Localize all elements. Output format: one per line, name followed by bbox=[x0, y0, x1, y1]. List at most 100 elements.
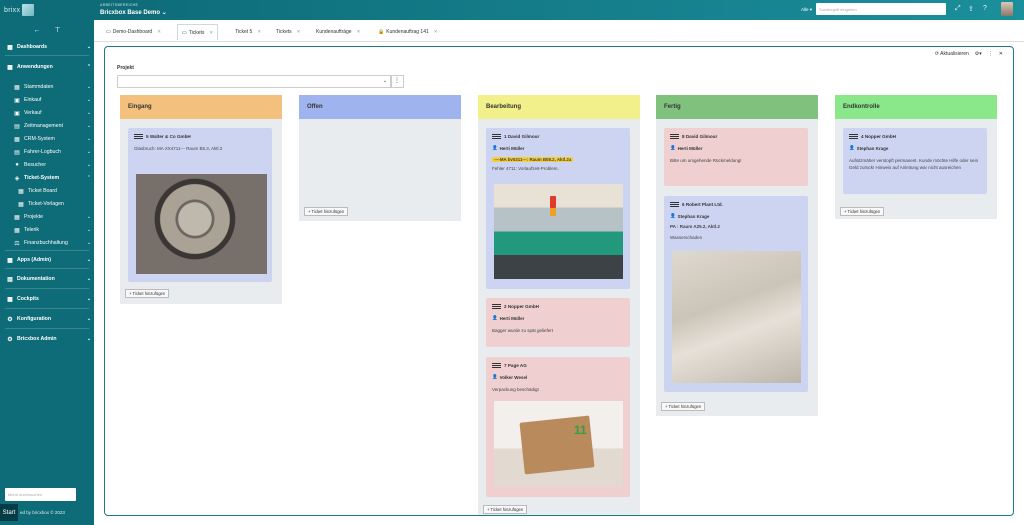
column-offen: Offen + Ticket hinzufügen bbox=[299, 95, 461, 221]
logo[interactable]: brixx bbox=[0, 0, 94, 20]
sidebar-item-fahrer-logbuch[interactable]: ▤ Fahrer-Logbuch ⌄ bbox=[0, 147, 94, 157]
dashboard-icon: ▭ bbox=[106, 29, 111, 35]
add-ticket-button[interactable]: + Ticket hinzufügen bbox=[304, 207, 349, 216]
drag-handle-icon[interactable] bbox=[134, 134, 143, 139]
car-icon: ▤ bbox=[14, 149, 20, 156]
sidebar-item-zeitmanagement[interactable]: ▤ Zeitmanagement ⌄ bbox=[0, 121, 94, 131]
close-icon[interactable]: ✕ bbox=[257, 29, 261, 35]
project-label: Projekt bbox=[117, 65, 134, 71]
ticket-card[interactable]: 4 Nopper GmbH 👤 Stephan Krage Aufsitzmähe… bbox=[843, 128, 987, 194]
chevron-down-icon: ⌄ bbox=[86, 276, 92, 282]
add-ticket-button[interactable]: + Ticket hinzufügen bbox=[125, 289, 170, 298]
sidebar-item-projekte[interactable]: ▦ Projekte ⌄ bbox=[0, 212, 94, 222]
tab-ticket-5[interactable]: Ticket 5 ✕ bbox=[235, 27, 261, 37]
refresh-button[interactable]: ⟳ Aktualisieren bbox=[935, 51, 969, 57]
sidebar-item-bricxbox-admin[interactable]: ⚙ Bricxbox Admin ⌄ bbox=[0, 334, 94, 344]
search-filter-select[interactable]: Alle ▾ bbox=[801, 7, 812, 13]
grid-icon: ▦ bbox=[14, 227, 20, 234]
drag-handle-icon[interactable] bbox=[670, 202, 679, 207]
sidebar-item-ticket-board[interactable]: ▦ Ticket Board bbox=[0, 186, 94, 196]
ticket-card[interactable]: 1 David Gilmour 👤 Herti Müller ----MA bv5… bbox=[486, 128, 630, 289]
column-header: Bearbeitung bbox=[478, 95, 640, 119]
workspace-selector[interactable]: Bricxbox Base Demo ⌄ bbox=[100, 9, 167, 16]
add-ticket-button[interactable]: + Ticket hinzufügen bbox=[483, 505, 528, 514]
menu-search-input[interactable]: Menü durchsuchen bbox=[5, 488, 76, 501]
upload-icon[interactable]: ⇪ bbox=[968, 5, 974, 13]
close-icon[interactable]: ✕ bbox=[157, 29, 161, 35]
back-arrow-icon[interactable]: ← bbox=[33, 27, 40, 34]
user-icon: ● bbox=[15, 162, 19, 168]
grid-icon: ▦ bbox=[7, 64, 13, 71]
pin-icon[interactable]: ⊤ bbox=[54, 26, 60, 34]
location-highlight: ----MA bv5311---: Raum B08.2, Aktl.2a bbox=[492, 157, 574, 162]
chevron-down-icon: ⌄ bbox=[86, 149, 92, 155]
avatar[interactable] bbox=[1001, 2, 1013, 16]
add-ticket-button[interactable]: + Ticket hinzufügen bbox=[661, 402, 706, 411]
chevron-down-icon: ⌄ bbox=[86, 110, 92, 116]
sidebar-item-stammdaten[interactable]: ▦ Stammdaten ⌄ bbox=[0, 82, 94, 92]
chevron-down-icon: ⌄ bbox=[86, 316, 92, 322]
settings-icon[interactable]: ⚙▾ bbox=[975, 51, 982, 57]
sidebar-item-konfiguration[interactable]: ⚙ Konfiguration ⌄ bbox=[0, 314, 94, 324]
drag-handle-icon[interactable] bbox=[492, 304, 501, 309]
lock-icon: 🔒 bbox=[378, 29, 385, 35]
tab-bar: ▭ Demo-Dashboard ✕ ▭ Tickets ✕ Ticket 5 ✕ Tic… bbox=[94, 20, 1024, 42]
chevron-up-icon: ⌃ bbox=[86, 64, 92, 70]
tab-demo-dashboard[interactable]: ▭ Demo-Dashboard ✕ bbox=[106, 27, 161, 37]
chevron-down-icon: ⌄ bbox=[86, 84, 92, 90]
chevron-up-icon: ⌃ bbox=[86, 175, 92, 181]
tab-kundenauftraege[interactable]: Kundenaufträge ✕ bbox=[316, 27, 360, 37]
drag-handle-icon[interactable] bbox=[492, 363, 501, 368]
start-button[interactable]: Start bbox=[0, 504, 18, 521]
user-icon: 👤 bbox=[670, 145, 676, 150]
sidebar-item-apps-admin[interactable]: ▦ Apps (Admin) ⌄ bbox=[0, 255, 94, 265]
expand-icon[interactable]: ⤢ bbox=[955, 5, 961, 13]
ticket-board-panel: ⟳ Aktualisieren ⚙▾ ⋮ ✕ Projekt ⌄ ⋮ Einga… bbox=[104, 46, 1014, 516]
ticket-card[interactable]: 8 David Gilmour 👤 Herti Müller Bitte um u… bbox=[664, 128, 808, 186]
sidebar-item-einkauf[interactable]: ▣ Einkauf ⌄ bbox=[0, 95, 94, 105]
project-more-button[interactable]: ⋮ bbox=[390, 75, 404, 88]
sidebar-item-verkauf[interactable]: ▣ Verkauf ⌄ bbox=[0, 108, 94, 118]
sidebar-item-cockpits[interactable]: ▦ Cockpits ⌄ bbox=[0, 294, 94, 304]
column-eingang: Eingang 5 Walter & Co GmbH Glasbruch: MA… bbox=[120, 95, 282, 304]
ticket-card[interactable]: 2 Nopper GmbH 👤 Herti Müller Bagger wurde… bbox=[486, 298, 630, 347]
sidebar-item-dokumentation[interactable]: ▤ Dokumentation ⌄ bbox=[0, 274, 94, 284]
user-icon: 👤 bbox=[492, 315, 498, 320]
chevron-down-icon: ⌄ bbox=[86, 97, 92, 103]
tab-kundenauftrag-141[interactable]: 🔒 Kundenauftrag 141 ✕ bbox=[378, 27, 438, 37]
close-icon[interactable]: ✕ bbox=[434, 29, 438, 35]
project-select[interactable]: ⌄ bbox=[117, 75, 392, 88]
column-header: Fertig bbox=[656, 95, 818, 119]
chevron-down-icon: ⌄ bbox=[86, 162, 92, 168]
help-icon[interactable]: ? bbox=[983, 5, 987, 12]
ticket-card[interactable]: 6 Robert Plant Ltd. 👤 Stephan Krage PA : … bbox=[664, 196, 808, 392]
close-icon[interactable]: ✕ bbox=[297, 29, 301, 35]
chevron-down-icon: ⌄ bbox=[86, 123, 92, 129]
sidebar-item-finanzbuchhaltung[interactable]: ⚖ Finanzbuchhaltung ⌄ bbox=[0, 238, 94, 248]
ticket-card[interactable]: 7 Page AG 👤 Volker Wesel Verpackung besch… bbox=[486, 357, 630, 497]
tab-tickets[interactable]: Tickets ✕ bbox=[276, 27, 300, 37]
user-icon: 👤 bbox=[849, 145, 855, 150]
drag-handle-icon[interactable] bbox=[849, 134, 858, 139]
refresh-icon: ⟳ bbox=[934, 51, 940, 57]
ticket-card[interactable]: 5 Walter & Co GmbH Glasbruch: MA XX4711-… bbox=[128, 128, 272, 282]
add-ticket-button[interactable]: + Ticket hinzufügen bbox=[840, 207, 885, 216]
close-icon[interactable]: ✕ bbox=[357, 29, 361, 35]
close-icon[interactable]: ✕ bbox=[209, 30, 213, 36]
more-icon[interactable]: ⋮ bbox=[988, 51, 993, 57]
sidebar-item-anwendungen[interactable]: ▦ Anwendungen ⌃ bbox=[0, 62, 94, 72]
sidebar-item-dashboards[interactable]: ▦ Dashboards ⌄ bbox=[0, 42, 94, 52]
column-bearbeitung: Bearbeitung 1 David Gilmour 👤 Herti Mülle… bbox=[478, 95, 640, 515]
close-icon[interactable]: ✕ bbox=[999, 51, 1003, 57]
sidebar-item-besucher[interactable]: ● Besucher ⌄ bbox=[0, 160, 94, 170]
drag-handle-icon[interactable] bbox=[670, 134, 679, 139]
chevron-down-icon: ⌄ bbox=[86, 336, 92, 342]
drag-handle-icon[interactable] bbox=[492, 134, 501, 139]
sidebar-item-ticket-system[interactable]: ◈ Ticket-System ⌃ bbox=[0, 173, 94, 183]
global-search-input[interactable]: Suchbegriff eingeben bbox=[816, 3, 946, 15]
sidebar-item-crm[interactable]: ▦ CRM-System ⌄ bbox=[0, 134, 94, 144]
sidebar-item-telerik[interactable]: ▦ Telerik ⌄ bbox=[0, 225, 94, 235]
tab-tickets-active[interactable]: ▭ Tickets ✕ bbox=[177, 24, 219, 40]
sidebar-item-ticket-vorlagen[interactable]: ▦ Ticket-Vorlagen bbox=[0, 199, 94, 209]
user-icon: 👤 bbox=[492, 145, 498, 150]
